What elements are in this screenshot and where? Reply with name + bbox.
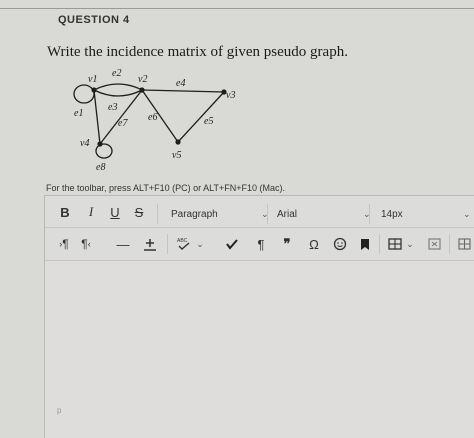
italic-button[interactable]: I	[83, 200, 99, 224]
table-properties-icon	[457, 238, 471, 250]
insert-table-row-button[interactable]	[141, 232, 159, 256]
bookmark-icon	[361, 238, 369, 250]
vertex-v4	[97, 141, 103, 147]
label-v2: v2	[138, 74, 147, 85]
label-e8: e8	[96, 162, 105, 173]
table-properties-button[interactable]	[455, 232, 473, 256]
blockquote-button[interactable]: ❞	[279, 232, 295, 256]
ltr-button[interactable]: › ¶	[55, 232, 73, 256]
label-e6: e6	[148, 112, 157, 123]
label-v4: v4	[80, 138, 89, 149]
svg-text:ABC: ABC	[177, 238, 188, 244]
edge-e2	[93, 83, 143, 91]
font-size-value: 14px	[381, 208, 403, 220]
toolbar-hint: For the toolbar, press ALT+F10 (PC) or A…	[46, 183, 286, 193]
chevron-down-icon: ⌄	[463, 208, 471, 219]
toolbar-divider	[449, 234, 450, 254]
toolbar-row-2: › ¶ ¶ ‹ — ABC ⌄ ¶ ❞ Ω ⌄	[45, 230, 474, 258]
arrow-left-icon: ‹	[87, 239, 91, 249]
editor-content-area[interactable]	[45, 262, 474, 438]
show-blocks-button[interactable]: ¶	[253, 232, 269, 256]
label-e2: e2	[112, 68, 121, 79]
chevron-down-icon: ⌄	[196, 238, 204, 249]
table-button[interactable]: ⌄	[387, 232, 415, 256]
check-button[interactable]	[223, 232, 241, 256]
special-character-button[interactable]: Ω	[305, 232, 323, 256]
edge-e3	[93, 89, 143, 97]
label-e7: e7	[118, 118, 128, 129]
rtl-button[interactable]: ¶ ‹	[77, 232, 95, 256]
status-path: p	[57, 406, 62, 415]
edge-e7	[93, 89, 101, 145]
toolbar-row-1: B I U S Paragraph ⌄ Arial ⌄ 14px ⌄	[45, 198, 474, 226]
strikethrough-button[interactable]: S	[131, 200, 147, 224]
edge-e8	[95, 143, 113, 159]
font-size-dropdown[interactable]: 14px ⌄	[381, 204, 471, 224]
paragraph-format-dropdown[interactable]: Paragraph ⌄	[171, 204, 271, 224]
toolbar-separator	[45, 260, 474, 261]
paragraph-format-value: Paragraph	[171, 208, 218, 220]
spellcheck-icon: ABC	[177, 238, 190, 250]
toolbar-divider	[157, 204, 158, 224]
label-v1: v1	[88, 74, 97, 85]
toolbar-divider	[167, 234, 168, 254]
toolbar-divider	[267, 204, 268, 224]
label-e4: e4	[176, 78, 185, 89]
font-family-dropdown[interactable]: Arial ⌄	[277, 204, 371, 224]
delete-table-button[interactable]	[425, 232, 443, 256]
edge-e4	[141, 89, 225, 93]
table-icon	[388, 238, 402, 250]
toolbar-divider	[379, 234, 380, 254]
checkmark-icon	[226, 239, 238, 250]
pseudo-graph-figure: v1 e2 v2 e4 v3 e1 e3 e7 e6 e5 v4 v5 e8	[73, 68, 235, 173]
rich-text-editor: B I U S Paragraph ⌄ Arial ⌄ 14px ⌄ › ¶ ¶ ‹…	[44, 195, 474, 438]
vertex-v5	[175, 139, 181, 145]
emoticons-button[interactable]	[331, 232, 349, 256]
question-text: Write the incidence matrix of given pseu…	[47, 44, 348, 60]
toolbar-divider	[369, 204, 370, 224]
vertex-v2	[139, 87, 145, 93]
bold-button[interactable]: B	[57, 200, 73, 224]
smiley-icon	[333, 237, 347, 251]
label-v5: v5	[172, 150, 181, 161]
font-family-value: Arial	[277, 208, 298, 220]
horizontal-rule-button[interactable]: —	[115, 232, 131, 256]
bookmark-button[interactable]	[357, 232, 373, 256]
chevron-down-icon: ⌄	[406, 238, 414, 249]
underline-button[interactable]: U	[107, 200, 123, 224]
edge-v4-v2	[99, 89, 143, 145]
toolbar-separator	[45, 227, 474, 228]
label-v3: v3	[226, 90, 235, 101]
label-e1: e1	[74, 108, 83, 119]
spellcheck-button[interactable]: ABC ⌄	[175, 232, 205, 256]
vertex-v1	[91, 87, 97, 93]
label-e3: e3	[108, 102, 117, 113]
table-delete-icon	[427, 238, 441, 250]
label-e5: e5	[204, 116, 213, 127]
plus-box-icon	[144, 239, 156, 251]
question-title: QUESTION 4	[58, 14, 130, 26]
edge-e1	[73, 84, 95, 104]
top-divider	[0, 8, 474, 9]
edge-e5	[177, 91, 225, 143]
